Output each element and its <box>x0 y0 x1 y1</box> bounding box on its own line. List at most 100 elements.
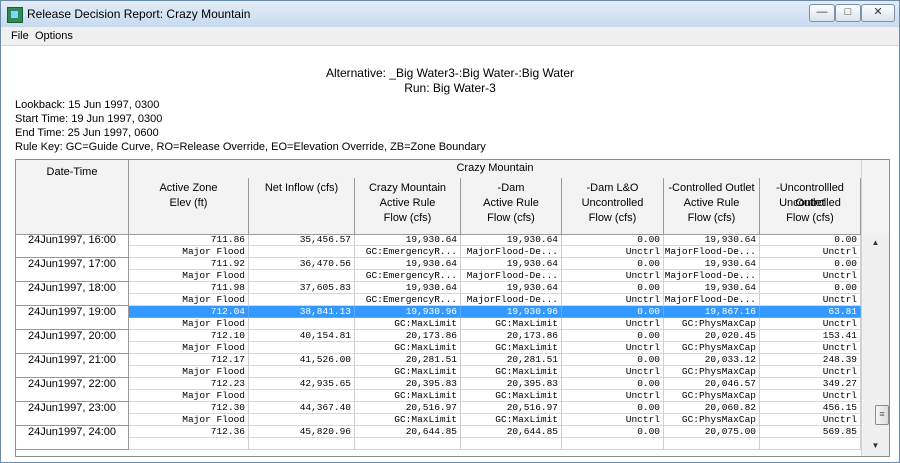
vertical-scrollbar[interactable]: ▲ ≡ ▼ <box>861 235 889 456</box>
end-time-label: End Time: 25 Jun 1997, 0600 <box>15 127 159 139</box>
table-row[interactable]: 712.23 42,935.65 20,395.83 20,395.83 0.00 20,… <box>16 378 861 390</box>
column-header-line <box>249 196 354 211</box>
column-header-line: Active Zone <box>159 182 218 194</box>
rule-cell: GC:MaxLimit <box>461 366 562 378</box>
rule-cell: Major Flood <box>129 342 249 354</box>
table-row[interactable]: 712.17 41,526.00 20,281.51 20,281.51 0.00 20,… <box>16 354 861 366</box>
rule-cell: Unctrl <box>760 270 861 282</box>
table-row[interactable]: Major Flood GC:MaxLimit GC:MaxLimit Unctrl G… <box>16 342 861 354</box>
title-bar[interactable]: Release Decision Report: Crazy Mountain … <box>1 1 899 27</box>
column-header-line <box>129 211 248 226</box>
column-header-2[interactable]: Net Inflow (cfs) <box>249 178 355 235</box>
table-row[interactable]: 711.92 36,470.56 19,930.64 19,930.64 0.00 19,… <box>16 258 861 270</box>
menu-options[interactable]: Options <box>35 30 73 42</box>
rule-cell: Unctrl <box>562 318 664 330</box>
column-header-line: -Dam L&O <box>586 182 639 194</box>
group-header: Crazy Mountain <box>129 160 861 179</box>
value-cell: 63.81 <box>760 306 861 318</box>
column-header-line: Uncontrolled <box>581 197 644 209</box>
rule-cell <box>664 438 760 450</box>
rule-cell: Unctrl <box>562 246 664 258</box>
value-cell: 20,060.82 <box>664 402 760 414</box>
rule-cell <box>249 366 355 378</box>
column-header-line: -Uncontrollled Outlet <box>776 182 844 209</box>
table-body: 24Jun1997, 16:00 711.86 35,456.57 19,930.64… <box>16 235 861 456</box>
column-header-line: Crazy Mountain <box>368 182 447 194</box>
value-cell: 712.04 <box>129 306 249 318</box>
column-header-3[interactable]: Crazy Mountain Active Rule Flow (cfs) <box>355 178 461 235</box>
release-decision-table: Date-Time Crazy Mountain Active Zone Elev… <box>15 159 890 457</box>
table-row[interactable]: Major Flood GC:MaxLimit GC:MaxLimit Unctrl G… <box>16 390 861 402</box>
column-header-7[interactable]: -Uncontrollled Outlet Uncontrolled Flow (c… <box>760 178 861 235</box>
rule-cell: GC:MaxLimit <box>355 366 461 378</box>
rule-cell: Unctrl <box>562 294 664 306</box>
column-header-1[interactable]: Active Zone Elev (ft) <box>129 178 249 235</box>
scroll-up-arrow-icon[interactable]: ▲ <box>862 235 889 251</box>
rule-cell <box>249 270 355 282</box>
column-header-line <box>249 211 354 226</box>
scroll-thumb[interactable]: ≡ <box>875 405 889 425</box>
table-row[interactable]: 712.30 44,367.40 20,516.97 20,516.97 0.00 20,… <box>16 402 861 414</box>
rule-cell: Unctrl <box>562 414 664 426</box>
table-row[interactable]: Major Flood GC:MaxLimit GC:MaxLimit Unctrl G… <box>16 414 861 426</box>
rule-cell: Unctrl <box>760 318 861 330</box>
column-header-4[interactable]: -Dam Active Rule Flow (cfs) <box>461 178 562 235</box>
table-row[interactable]: 711.98 37,605.83 19,930.64 19,930.64 0.00 19,… <box>16 282 861 294</box>
value-cell: 0.00 <box>562 354 664 366</box>
value-cell: 20,395.83 <box>461 378 562 390</box>
column-header-5[interactable]: -Dam L&O Uncontrolled Flow (cfs) <box>562 178 664 235</box>
rule-cell: MajorFlood-De... <box>461 294 562 306</box>
table-row[interactable]: Major Flood GC:MaxLimit GC:MaxLimit Unctrl G… <box>16 366 861 378</box>
table-row[interactable]: Major Flood GC:MaxLimit GC:MaxLimit Unctrl G… <box>16 318 861 330</box>
value-cell: 20,644.85 <box>461 426 562 438</box>
table-row[interactable]: Major Flood GC:EmergencyR... MajorFlood-De… <box>16 246 861 258</box>
run-label: Run: Big Water-3 <box>404 81 496 95</box>
rule-cell <box>249 390 355 402</box>
value-cell: 0.00 <box>562 426 664 438</box>
column-header-line: Active Rule <box>483 197 539 209</box>
minimize-button[interactable]: — <box>809 4 835 22</box>
value-cell: 19,930.64 <box>355 235 461 246</box>
value-cell: 0.00 <box>562 235 664 246</box>
value-cell: 36,470.56 <box>249 258 355 270</box>
value-cell: 42,935.65 <box>249 378 355 390</box>
rule-cell: GC:MaxLimit <box>355 318 461 330</box>
rule-cell: Unctrl <box>562 270 664 282</box>
rule-cell: GC:PhysMaxCap <box>664 366 760 378</box>
value-cell: 19,930.64 <box>664 282 760 294</box>
table-row[interactable]: Major Flood GC:EmergencyR... MajorFlood-De… <box>16 294 861 306</box>
rule-cell: GC:MaxLimit <box>461 390 562 402</box>
lookback-label: Lookback: 15 Jun 1997, 0300 <box>15 99 160 111</box>
rule-cell <box>562 438 664 450</box>
table-row[interactable]: 712.04 38,841.13 19,930.96 19,930.96 0.00 19,… <box>16 306 861 318</box>
value-cell: 0.00 <box>562 330 664 342</box>
rule-key-label: Rule Key: GC=Guide Curve, RO=Release Ove… <box>15 141 486 153</box>
value-cell: 712.23 <box>129 378 249 390</box>
value-cell: 38,841.13 <box>249 306 355 318</box>
rule-cell: MajorFlood-De... <box>461 246 562 258</box>
rule-cell: GC:MaxLimit <box>461 318 562 330</box>
column-header-6[interactable]: -Controlled Outlet Active Rule Flow (cfs) <box>664 178 760 235</box>
table-row[interactable]: Major Flood GC:EmergencyR... MajorFlood-De… <box>16 270 861 282</box>
scroll-down-arrow-icon[interactable]: ▼ <box>862 438 889 454</box>
rule-cell: GC:MaxLimit <box>355 342 461 354</box>
report-content: Alternative: _Big Water3-:Big Water-:Big… <box>1 46 899 462</box>
column-header-line: Flow (cfs) <box>786 212 834 224</box>
app-icon <box>7 7 23 23</box>
date-time-header[interactable]: Date-Time <box>16 160 129 235</box>
table-row[interactable]: 712.36 45,820.96 20,644.85 20,644.85 0.00 20,… <box>16 426 861 438</box>
rule-cell: Major Flood <box>129 246 249 258</box>
report-window: Release Decision Report: Crazy Mountain … <box>0 0 900 463</box>
value-cell: 153.41 <box>760 330 861 342</box>
rule-cell: MajorFlood-De... <box>664 294 760 306</box>
close-button[interactable]: ✕ <box>861 4 895 22</box>
column-header-line: Elev (ft) <box>169 197 208 209</box>
rule-cell: MajorFlood-De... <box>664 246 760 258</box>
value-cell: 20,075.00 <box>664 426 760 438</box>
value-cell: 19,930.64 <box>355 258 461 270</box>
table-row[interactable] <box>16 438 861 450</box>
table-row[interactable]: 711.86 35,456.57 19,930.64 19,930.64 0.00 19,… <box>16 235 861 246</box>
menu-file[interactable]: File <box>11 30 29 42</box>
maximize-button[interactable]: □ <box>835 4 861 22</box>
table-row[interactable]: 712.10 40,154.81 20,173.86 20,173.86 0.00 20,… <box>16 330 861 342</box>
